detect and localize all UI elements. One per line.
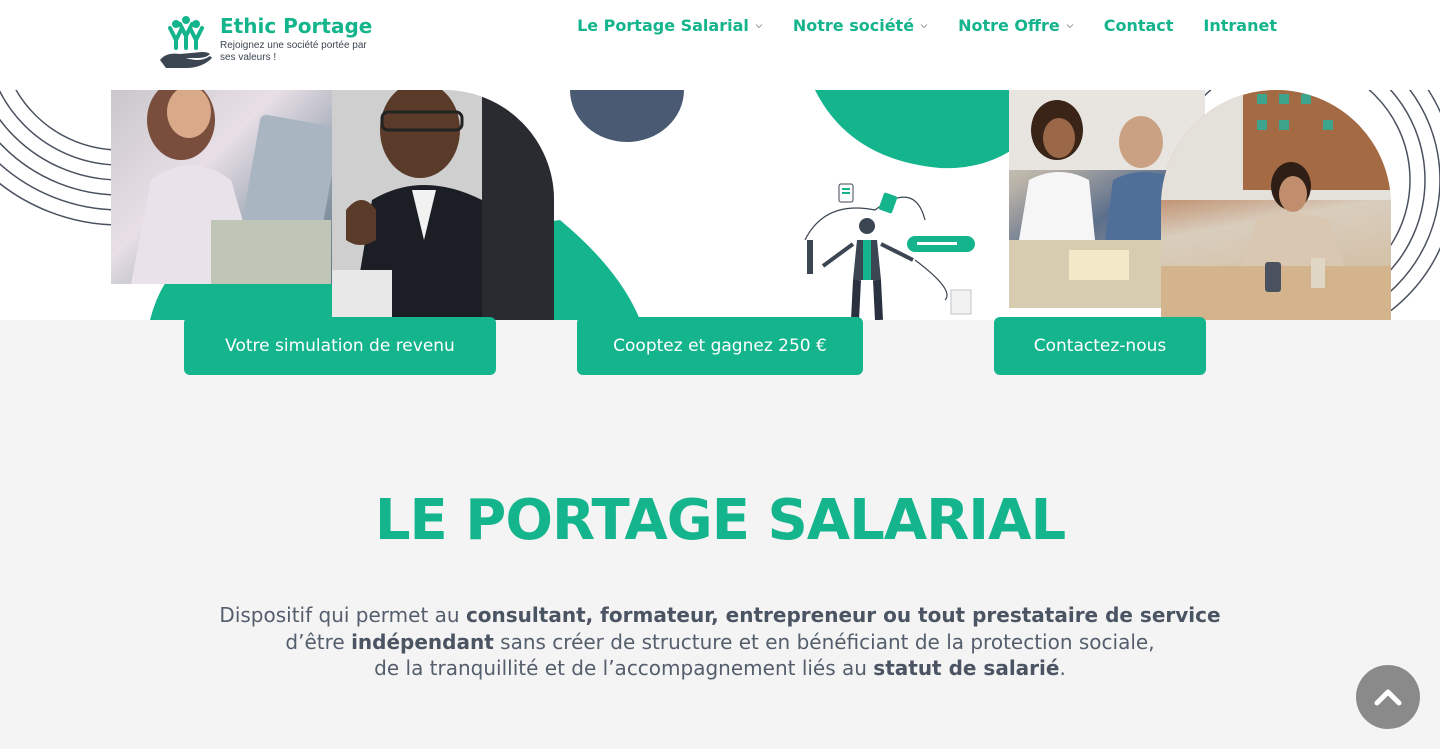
main-nav: Le Portage Salarial Notre société Notre … [577, 14, 1277, 38]
section-title: LE PORTAGE SALARIAL [374, 488, 1066, 553]
contact-button[interactable]: Contactez-nous [994, 317, 1206, 375]
nav-item-notre-societe[interactable]: Notre société [793, 14, 928, 38]
illustration-man-devices [804, 183, 975, 320]
photo-man-thumbs-up [332, 90, 554, 320]
nav-item-intranet[interactable]: Intranet [1203, 14, 1277, 38]
logo-mark [158, 14, 214, 72]
desc-text: de la tranquillité et de l’accompagnemen… [374, 656, 874, 680]
chevron-down-icon [1066, 24, 1074, 29]
chevron-down-icon [920, 24, 928, 29]
nav-item-portage-salarial[interactable]: Le Portage Salarial [577, 14, 763, 38]
scroll-to-top-button[interactable] [1356, 665, 1420, 729]
hero-banner [0, 90, 1440, 320]
nav-item-label: Notre société [792, 16, 915, 35]
section-description: Dispositif qui permet au consultant, for… [120, 602, 1320, 682]
desc-text: sans créer de structure et en bénéfician… [493, 629, 1155, 654]
brand-tagline: Rejoignez une société portée par ses val… [220, 40, 367, 63]
chevron-up-icon [1374, 689, 1402, 706]
desc-bold: indépendant [351, 629, 494, 654]
nav-item-label: Intranet [1203, 16, 1277, 35]
desc-text: . [1059, 656, 1066, 680]
desc-text: d’être [285, 629, 352, 654]
cooptation-button[interactable]: Cooptez et gagnez 250 € [577, 317, 863, 375]
simulation-button[interactable]: Votre simulation de revenu [184, 317, 496, 375]
nav-item-notre-offre[interactable]: Notre Offre [958, 14, 1074, 38]
desc-text: Dispositif qui permet au [219, 603, 466, 627]
desc-bold: consultant, formateur, entrepreneur ou t… [465, 603, 1221, 627]
brand-name: Ethic Portage [220, 14, 373, 38]
photo-meeting-woman [1161, 90, 1391, 320]
site-header: Ethic Portage Rejoignez une société port… [0, 0, 1440, 90]
nav-item-label: Contact [1103, 16, 1174, 35]
logo[interactable]: Ethic Portage Rejoignez une société port… [158, 14, 372, 72]
photo-woman-laptop [111, 90, 334, 284]
nav-item-label: Notre Offre [958, 16, 1060, 35]
nav-item-contact[interactable]: Contact [1104, 14, 1174, 38]
chevron-down-icon [755, 24, 763, 29]
desc-bold: statut de salarié [873, 656, 1060, 680]
nav-item-label: Le Portage Salarial [577, 16, 749, 35]
